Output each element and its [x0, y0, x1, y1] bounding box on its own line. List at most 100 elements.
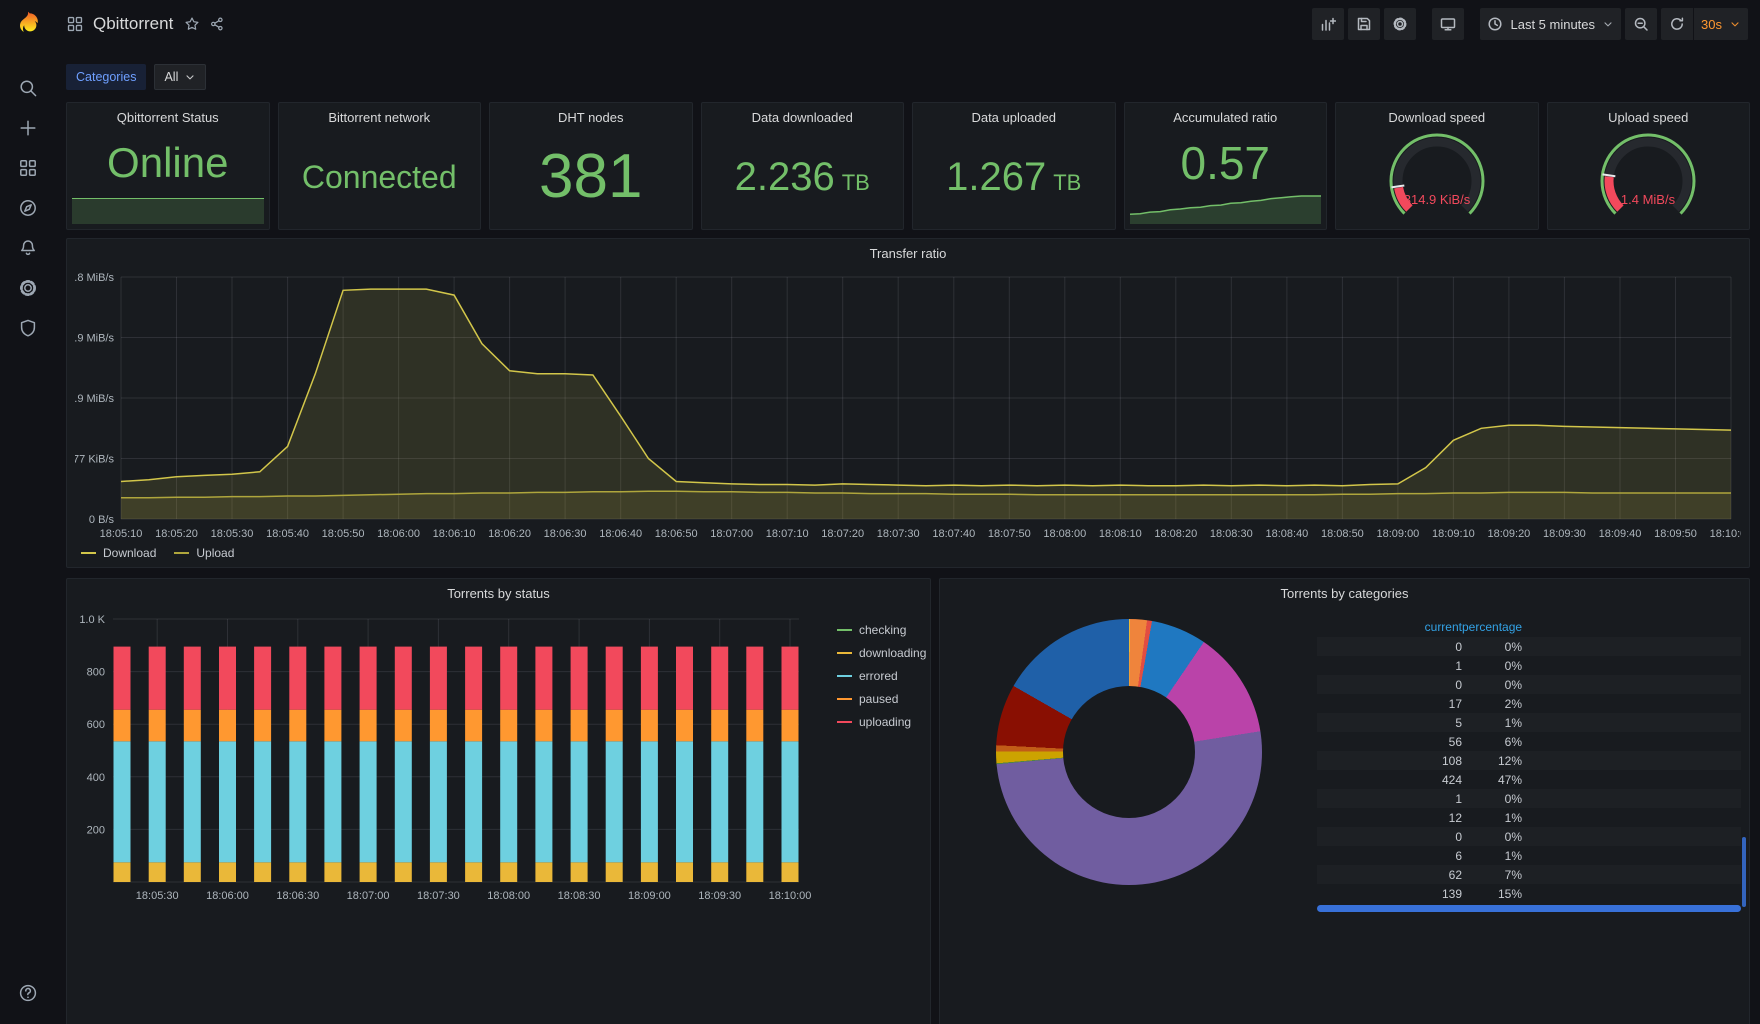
category-row[interactable]: 0 0%	[1317, 827, 1741, 846]
category-current: 139	[1441, 886, 1462, 901]
svg-text:18:07:30: 18:07:30	[417, 890, 460, 902]
panel-title-data-uploaded[interactable]: Data uploaded	[913, 103, 1115, 129]
category-current: 6	[1455, 848, 1462, 863]
svg-text:18:07:40: 18:07:40	[932, 528, 975, 540]
zoom-out-time-button[interactable]	[1625, 8, 1658, 40]
legend-item-uploading[interactable]: uploading	[837, 715, 926, 729]
torrents-by-status-chart[interactable]: 1.0 K 800 600 400 200 18:05:30 18:06:00 18:06:3…	[75, 605, 815, 917]
legend-item-download[interactable]: Download	[81, 546, 156, 560]
category-row[interactable]: 5 1%	[1317, 713, 1741, 732]
legend-item-checking[interactable]: checking	[837, 623, 926, 637]
sidebar-item-server-admin[interactable]	[8, 317, 48, 339]
save-dashboard-button[interactable]	[1348, 8, 1381, 40]
category-current: 0	[1455, 829, 1462, 844]
category-row[interactable]: 1 0%	[1317, 656, 1741, 675]
grafana-app: Qbittorrent Last 5 minutes 30s Categorie…	[0, 0, 1760, 1024]
category-row[interactable]: 0 0%	[1317, 675, 1741, 694]
compass-icon	[18, 198, 38, 218]
legend-item-errored[interactable]: errored	[837, 669, 926, 683]
category-row[interactable]: 56 6%	[1317, 732, 1741, 751]
adhoc-filter-value-dropdown[interactable]: All	[154, 64, 207, 90]
dashboard-settings-button[interactable]	[1384, 8, 1417, 40]
stat-value: Online	[107, 139, 229, 186]
dashboard-squares-icon	[66, 15, 84, 33]
refresh-button[interactable]	[1661, 8, 1694, 40]
sidebar-item-help[interactable]	[8, 982, 48, 1004]
category-percentage: 1%	[1504, 848, 1522, 863]
category-row[interactable]: 6 1%	[1317, 846, 1741, 865]
chevron-down-icon	[184, 71, 196, 83]
panel-bittorrent-network: Bittorrent network Connected	[277, 102, 481, 230]
category-row[interactable]: 62 7%	[1317, 865, 1741, 884]
sidebar-item-dashboards[interactable]	[8, 157, 48, 179]
sidebar-item-alerting[interactable]	[8, 237, 48, 259]
sidebar-item-create-new[interactable]	[8, 117, 48, 139]
column-header-percentage[interactable]: percentage	[1462, 620, 1522, 634]
time-range-picker[interactable]: Last 5 minutes	[1480, 8, 1622, 40]
sidebar-menu	[8, 77, 48, 339]
category-current: 1	[1455, 791, 1462, 806]
categories-donut-chart[interactable]	[996, 619, 1262, 885]
category-row[interactable]: 0 0%	[1317, 637, 1741, 656]
legend-label: uploading	[859, 715, 912, 729]
svg-text:18:08:30: 18:08:30	[558, 890, 601, 902]
category-row[interactable]: 424 47%	[1317, 770, 1741, 789]
stat-value: 0.57	[1180, 137, 1271, 189]
category-current: 108	[1441, 753, 1462, 768]
category-current: 56	[1448, 734, 1462, 749]
category-row[interactable]: 12 1%	[1317, 808, 1741, 827]
category-current: 424	[1441, 772, 1462, 787]
add-panel-button[interactable]	[1312, 8, 1345, 40]
legend-item-upload[interactable]: Upload	[174, 546, 234, 560]
grafana-logo-icon[interactable]	[10, 7, 46, 43]
panel-title-torrents-by-categories[interactable]: Torrents by categories	[940, 579, 1749, 605]
stat-unit: TB	[1053, 170, 1082, 195]
toolbar: Last 5 minutes 30s	[1312, 8, 1748, 40]
svg-text:18:08:00: 18:08:00	[1043, 528, 1086, 540]
stat-value: 381	[539, 142, 643, 211]
stat-body: 1.4 MiB/s	[1552, 125, 1746, 229]
panel-title-torrents-by-status[interactable]: Torrents by status	[67, 579, 930, 605]
category-row[interactable]: 17 2%	[1317, 694, 1741, 713]
svg-text:18:09:30: 18:09:30	[1543, 528, 1586, 540]
category-row[interactable]: 108 12%	[1317, 751, 1741, 770]
transfer-ratio-chart[interactable]: 3.8 MiB/s 2.9 MiB/s 1.9 MiB/s 977 KiB/s 0 B/…	[75, 267, 1741, 549]
chevron-down-icon	[1729, 18, 1741, 30]
legend-item-paused[interactable]: paused	[837, 692, 926, 706]
category-percentage: 15%	[1497, 886, 1522, 901]
table-vertical-scrollbar[interactable]	[1742, 837, 1746, 907]
sidebar-item-search[interactable]	[8, 77, 48, 99]
refresh-interval-dropdown[interactable]: 30s	[1694, 8, 1748, 40]
svg-text:18:09:50: 18:09:50	[1654, 528, 1697, 540]
category-row[interactable]: 1 0%	[1317, 789, 1741, 808]
panel-title-transfer-ratio[interactable]: Transfer ratio	[67, 239, 1749, 265]
category-percentage: 0%	[1504, 639, 1522, 654]
star-icon[interactable]	[184, 16, 200, 32]
dashboard-title: Qbittorrent	[93, 14, 174, 33]
column-header-current[interactable]: current	[1417, 620, 1462, 634]
donut-hole	[1063, 686, 1195, 818]
svg-text:18:07:20: 18:07:20	[821, 528, 864, 540]
category-current: 0	[1455, 677, 1462, 692]
sidebar-item-configuration[interactable]	[8, 277, 48, 299]
panel-title-dht-nodes[interactable]: DHT nodes	[490, 103, 692, 129]
panel-accumulated-ratio: Accumulated ratio 0.57	[1123, 102, 1327, 230]
category-percentage: 47%	[1497, 772, 1522, 787]
category-row[interactable]: 139 15%	[1317, 884, 1741, 903]
sidebar-item-explore[interactable]	[8, 197, 48, 219]
stat-value: 1.267 TB	[946, 155, 1082, 199]
table-horizontal-scrollbar[interactable]	[1317, 905, 1741, 912]
bell-icon	[18, 238, 38, 258]
panel-title-qbittorrent-status[interactable]: Qbittorrent Status	[67, 103, 269, 129]
svg-text:18:08:00: 18:08:00	[487, 890, 530, 902]
stat-unit: TB	[841, 170, 870, 195]
tv-mode-button[interactable]	[1432, 8, 1465, 40]
svg-text:18:08:50: 18:08:50	[1321, 528, 1364, 540]
legend-item-downloading[interactable]: downloading	[837, 646, 926, 660]
panel-title-bittorrent-network[interactable]: Bittorrent network	[279, 103, 481, 129]
gauge-value: 314.9 KiB/s	[1404, 192, 1471, 207]
panel-title-accumulated-ratio[interactable]: Accumulated ratio	[1125, 103, 1327, 129]
share-icon[interactable]	[209, 16, 225, 32]
svg-text:18:08:20: 18:08:20	[1154, 528, 1197, 540]
panel-title-data-downloaded[interactable]: Data downloaded	[702, 103, 904, 129]
